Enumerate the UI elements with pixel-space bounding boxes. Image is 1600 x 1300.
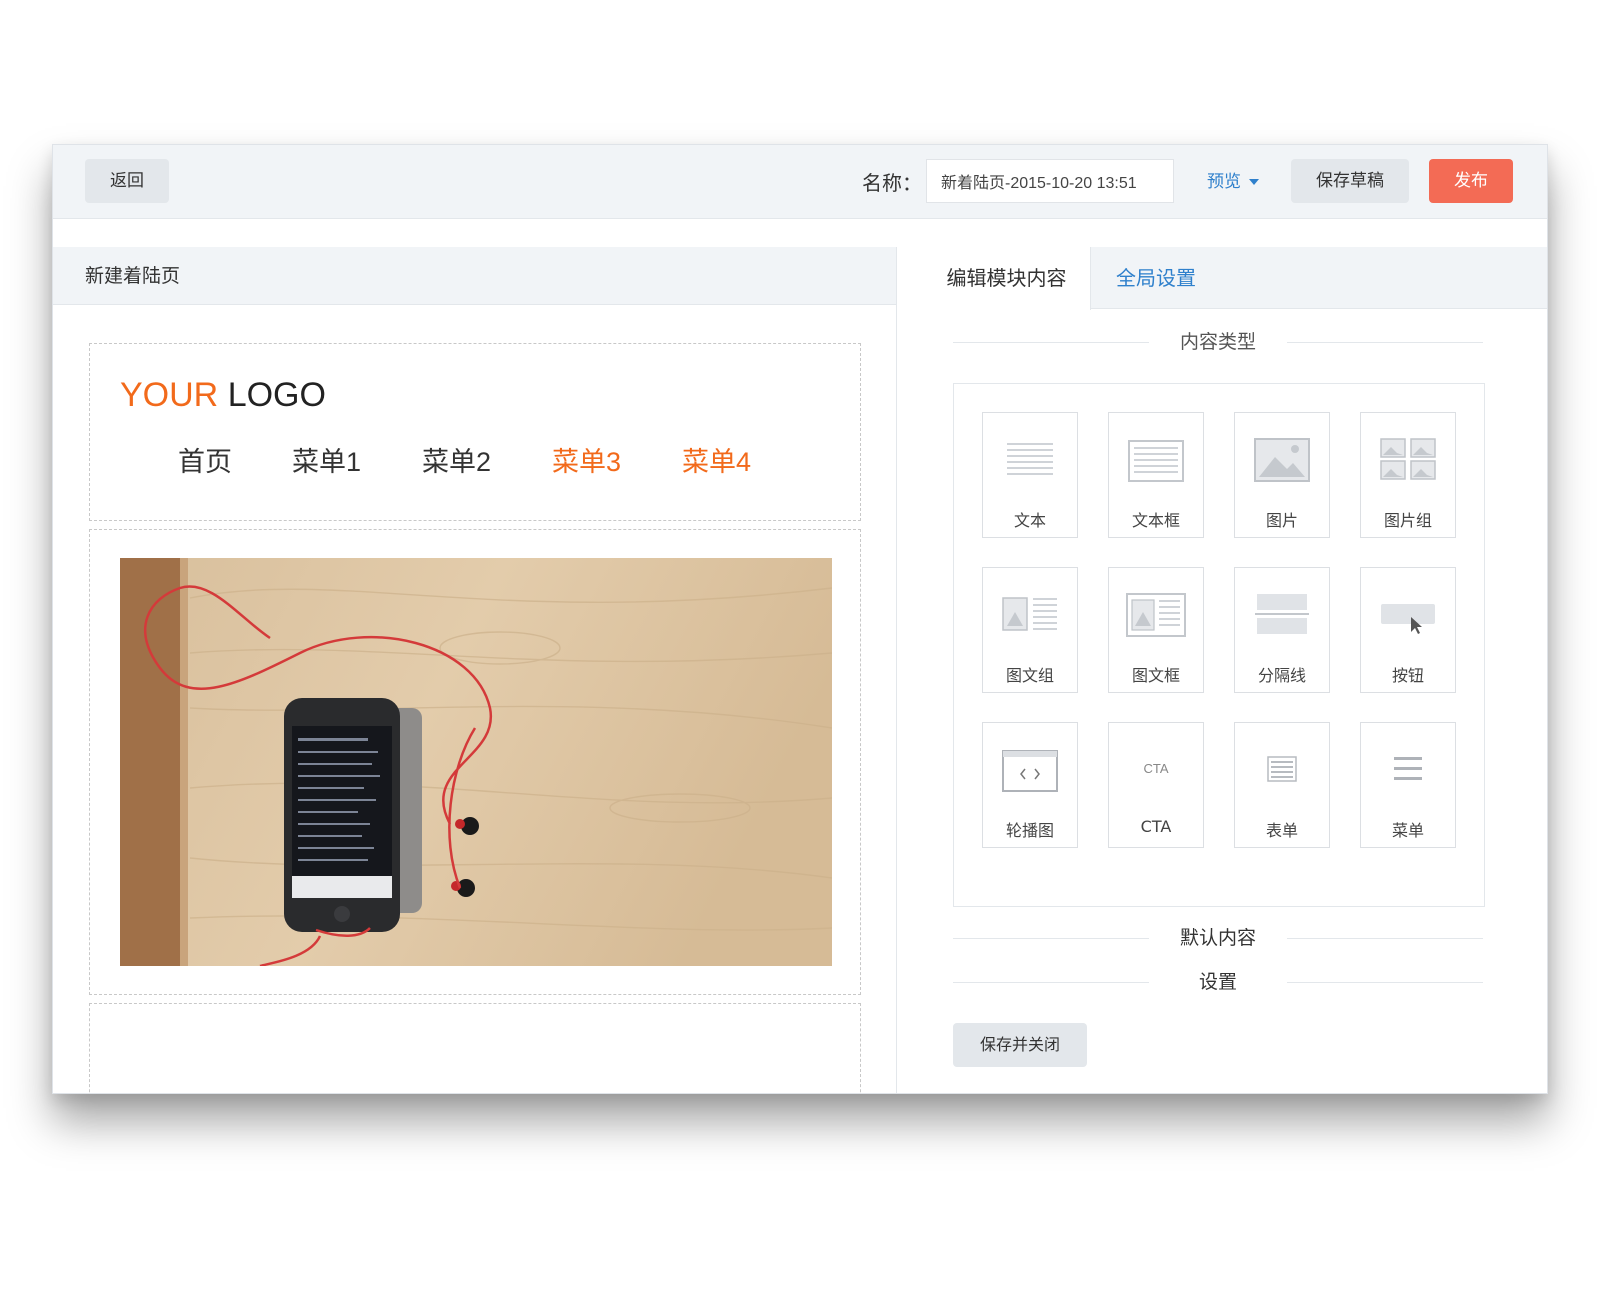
panel-tabs: 编辑模块内容 全局设置 <box>923 247 1547 310</box>
page-canvas: 新建着陆页 YOUR LOGO 首页 菜单1 菜单2 菜单3 菜单4 <box>53 247 897 1093</box>
preview-dropdown[interactable]: 预览 <box>1207 167 1259 192</box>
nav-item-menu1[interactable]: 菜单1 <box>292 440 361 479</box>
cta-icon: CTA <box>1109 745 1203 795</box>
module-tile-image[interactable]: 图片 <box>1234 412 1330 538</box>
cta-icon-text: CTA <box>1143 761 1169 776</box>
module-label: CTA <box>1140 817 1172 836</box>
nav-item-menu2[interactable]: 菜单2 <box>422 440 491 479</box>
module-label: 分隔线 <box>1257 666 1306 685</box>
module-label: 图文框 <box>1131 666 1180 685</box>
module-tile-carousel[interactable]: 轮播图 <box>982 722 1078 848</box>
canvas-title: 新建着陆页 <box>53 247 896 305</box>
save-and-close-button[interactable]: 保存并关闭 <box>953 1023 1087 1067</box>
tab-global-settings[interactable]: 全局设置 <box>1091 247 1221 309</box>
button-icon <box>1361 590 1455 640</box>
image-module[interactable] <box>89 529 861 995</box>
empty-module[interactable] <box>89 1003 861 1093</box>
module-tile-menu[interactable]: 菜单 <box>1360 722 1456 848</box>
preview-label: 预览 <box>1207 172 1241 192</box>
hero-photo <box>120 558 832 966</box>
module-label: 表单 <box>1265 821 1298 840</box>
module-grid: 文本 文本框 图片 图片组 图文组 图文框 分隔线 按钮 轮播图 CTA CTA… <box>953 383 1485 907</box>
module-label: 按钮 <box>1391 666 1424 685</box>
default-content-title[interactable]: 默认内容 <box>953 923 1483 953</box>
text-icon <box>983 435 1077 485</box>
logo-text: LOGO <box>227 376 326 414</box>
carousel-icon <box>983 745 1077 795</box>
nav-item-home[interactable]: 首页 <box>178 440 232 479</box>
form-icon <box>1235 745 1329 795</box>
name-label: 名称： <box>862 171 922 195</box>
header-module[interactable]: YOUR LOGO 首页 菜单1 菜单2 菜单3 菜单4 <box>89 343 861 521</box>
image-group-icon <box>1361 435 1455 485</box>
module-panel: 编辑模块内容 全局设置 内容类型 文本 文本框 图片 图片组 图文组 图文框 分… <box>923 247 1547 1093</box>
module-label: 文本框 <box>1131 511 1180 530</box>
module-tile-image-text-box[interactable]: 图文框 <box>1108 567 1204 693</box>
textbox-icon <box>1109 435 1203 485</box>
editor-window: 返回 名称： 预览 保存草稿 发布 新建着陆页 YOUR LOGO 首页 菜单1… <box>52 144 1548 1094</box>
module-label: 轮播图 <box>1005 821 1054 840</box>
module-label: 图片 <box>1265 511 1298 530</box>
top-toolbar: 返回 名称： 预览 保存草稿 发布 <box>53 145 1547 219</box>
content-type-title: 内容类型 <box>953 327 1483 357</box>
nav-item-menu3[interactable]: 菜单3 <box>552 440 621 479</box>
module-tile-textbox[interactable]: 文本框 <box>1108 412 1204 538</box>
tab-edit-module[interactable]: 编辑模块内容 <box>923 247 1091 310</box>
image-icon <box>1235 435 1329 485</box>
module-tile-button[interactable]: 按钮 <box>1360 567 1456 693</box>
module-label: 菜单 <box>1391 821 1424 840</box>
back-button[interactable]: 返回 <box>85 159 169 203</box>
module-label: 文本 <box>1013 511 1046 530</box>
publish-button[interactable]: 发布 <box>1429 159 1513 203</box>
page-name-input[interactable] <box>926 159 1174 203</box>
module-label: 图片组 <box>1383 511 1432 530</box>
module-tile-image-text-group[interactable]: 图文组 <box>982 567 1078 693</box>
image-text-group-icon <box>983 590 1077 640</box>
logo-accent-text: YOUR <box>120 376 219 414</box>
module-tile-cta[interactable]: CTA CTA <box>1108 722 1204 848</box>
settings-title[interactable]: 设置 <box>953 967 1483 997</box>
module-tile-text[interactable]: 文本 <box>982 412 1078 538</box>
logo: YOUR LOGO <box>120 376 326 415</box>
save-draft-button[interactable]: 保存草稿 <box>1291 159 1409 203</box>
module-tile-form[interactable]: 表单 <box>1234 722 1330 848</box>
divider-icon <box>1235 590 1329 640</box>
module-tile-divider[interactable]: 分隔线 <box>1234 567 1330 693</box>
caret-down-icon <box>1249 179 1259 185</box>
module-tile-image-group[interactable]: 图片组 <box>1360 412 1456 538</box>
image-text-box-icon <box>1109 590 1203 640</box>
menu-icon <box>1361 745 1455 795</box>
module-label: 图文组 <box>1005 666 1054 685</box>
nav-item-menu4[interactable]: 菜单4 <box>682 440 751 479</box>
